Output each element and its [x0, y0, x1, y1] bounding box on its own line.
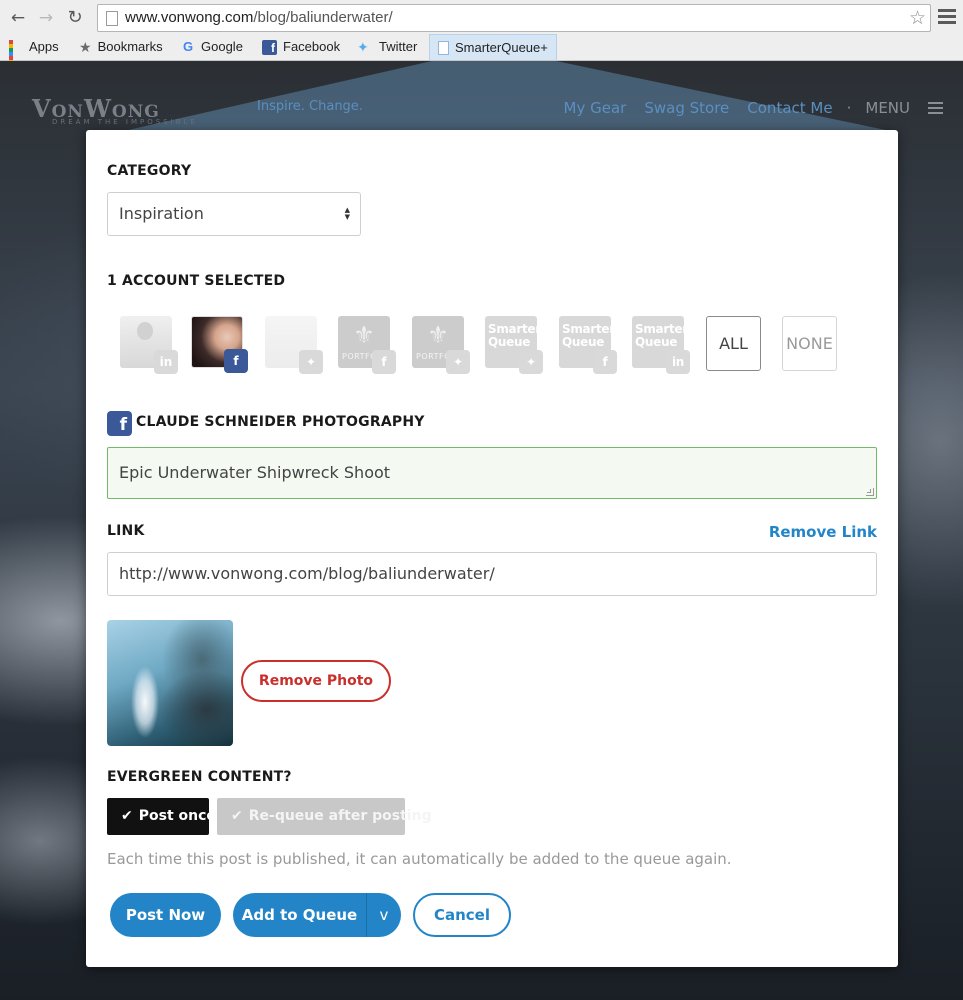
- account-linkedin-photo[interactable]: in: [120, 316, 178, 374]
- smarterqueue-text: Smarter Queue: [488, 322, 541, 349]
- page-icon: [106, 11, 118, 26]
- resize-handle-icon[interactable]: [866, 488, 874, 496]
- site-tagline: Inspire. Change.: [257, 99, 363, 114]
- facebook-icon: f: [372, 350, 396, 374]
- account-name-heading: CLAUDE SCHNEIDER PHOTOGRAPHY: [136, 414, 425, 430]
- google-icon: G: [182, 39, 194, 54]
- cancel-button[interactable]: Cancel: [413, 893, 511, 937]
- select-arrows-icon: ▲ ▼: [344, 206, 350, 221]
- requeue-toggle[interactable]: ✔ Re-queue after posting: [217, 798, 432, 835]
- bookmark-google[interactable]: G Google: [181, 34, 243, 60]
- remove-link-button[interactable]: Remove Link: [769, 523, 877, 541]
- bookmark-bookmarks[interactable]: ★ Bookmarks: [79, 34, 163, 60]
- photo-thumbnail: [107, 620, 233, 746]
- facebook-icon: f: [262, 39, 277, 55]
- star-icon: ★: [79, 39, 92, 55]
- category-value: Inspiration: [119, 204, 204, 223]
- account-twitter-photo[interactable]: ✦: [265, 316, 323, 374]
- facebook-icon: f: [224, 349, 248, 373]
- post-text-value: Epic Underwater Shipwreck Shoot: [119, 463, 391, 482]
- post-once-toggle[interactable]: ✔ Post once: [107, 798, 216, 835]
- twitter-icon: ✦: [357, 39, 369, 55]
- nav-menu[interactable]: MENU: [865, 99, 910, 117]
- linkedin-icon: in: [666, 350, 690, 374]
- bookmark-apps[interactable]: Apps: [9, 34, 59, 76]
- browser-menu-icon[interactable]: [938, 9, 956, 27]
- category-select[interactable]: Inspiration ▲ ▼: [107, 192, 361, 236]
- browser-chrome: ← → ↻ www.vonwong.com/blog/baliunderwate…: [0, 0, 963, 76]
- remove-photo-button[interactable]: Remove Photo: [241, 660, 391, 702]
- fleur-de-lis-icon: ⚜: [353, 321, 375, 349]
- queue-options-dropdown[interactable]: v: [367, 893, 401, 937]
- select-none-button[interactable]: NONE: [782, 316, 837, 371]
- fleur-de-lis-icon: ⚜: [427, 321, 449, 349]
- select-all-button[interactable]: ALL: [706, 316, 761, 371]
- account-smarterqueue-twitter[interactable]: Smarter Queue ✦: [485, 316, 543, 374]
- site-logo-subtitle: DREAM THE IMPOSSIBLE: [52, 118, 198, 126]
- twitter-icon: ✦: [299, 350, 323, 374]
- hamburger-icon[interactable]: [928, 99, 943, 117]
- add-to-queue-label: Add to Queue: [241, 906, 358, 924]
- page-icon: [438, 40, 449, 55]
- post-composer-modal: CATEGORY Inspiration ▲ ▼ 1 ACCOUNT SELECT…: [86, 130, 898, 967]
- bookmarks-bar: Apps ★ Bookmarks G Google f Facebook ✦ Twitt…: [0, 34, 963, 76]
- url-text: www.vonwong.com/blog/baliunderwater/: [125, 9, 393, 26]
- account-facebook-photo-selected[interactable]: f: [191, 316, 248, 373]
- facebook-icon: f: [107, 411, 132, 436]
- bookmark-star-icon[interactable]: ☆: [909, 7, 926, 29]
- link-label: LINK: [107, 523, 145, 539]
- link-value: http://www.vonwong.com/blog/baliunderwat…: [119, 564, 495, 583]
- twitter-icon: ✦: [519, 350, 543, 374]
- nav-swag-store[interactable]: Swag Store: [644, 99, 729, 117]
- nav-my-gear[interactable]: My Gear: [564, 99, 627, 117]
- account-smarterqueue-linkedin[interactable]: Smarter Queue in: [632, 316, 690, 374]
- bookmark-facebook[interactable]: f Facebook: [262, 34, 340, 60]
- add-to-queue-button[interactable]: Add to Queue v: [233, 893, 401, 937]
- reload-icon[interactable]: ↻: [63, 6, 87, 30]
- back-arrow-icon[interactable]: ←: [6, 6, 30, 30]
- nav-contact-me[interactable]: Contact Me: [747, 99, 832, 117]
- account-smarterqueue-facebook[interactable]: Smarter Queue f: [559, 316, 617, 374]
- twitter-icon: ✦: [446, 350, 470, 374]
- evergreen-helper-text: Each time this post is published, it can…: [107, 850, 732, 868]
- address-bar[interactable]: www.vonwong.com/blog/baliunderwater/ ☆: [97, 4, 931, 32]
- evergreen-label: EVERGREEN CONTENT?: [107, 769, 292, 785]
- account-portfolio-twitter[interactable]: ⚜ PORTFO ✦: [412, 316, 470, 374]
- nav-separator: ·: [846, 99, 852, 117]
- category-label: CATEGORY: [107, 163, 192, 179]
- apps-grid-icon: [9, 40, 23, 76]
- forward-arrow-icon[interactable]: →: [34, 6, 58, 30]
- post-now-button[interactable]: Post Now: [110, 893, 221, 937]
- smarterqueue-text: Smarter Queue: [635, 322, 688, 349]
- linkedin-icon: in: [154, 350, 178, 374]
- post-text-input[interactable]: Epic Underwater Shipwreck Shoot: [107, 447, 877, 499]
- bookmark-twitter[interactable]: ✦ Twitter: [357, 34, 417, 60]
- checkmark-icon: ✔: [121, 808, 133, 824]
- link-input[interactable]: http://www.vonwong.com/blog/baliunderwat…: [107, 552, 877, 596]
- facebook-icon: f: [593, 350, 617, 374]
- site-nav: My Gear Swag Store Contact Me · MENU: [546, 99, 943, 117]
- bookmark-smarterqueue[interactable]: SmarterQueue+: [429, 34, 557, 60]
- smarterqueue-text: Smarter Queue: [562, 322, 615, 349]
- checkmark-icon: ✔: [231, 808, 243, 824]
- account-portfolio-facebook[interactable]: ⚜ PORTFO f: [338, 316, 396, 374]
- accounts-label: 1 ACCOUNT SELECTED: [107, 273, 286, 289]
